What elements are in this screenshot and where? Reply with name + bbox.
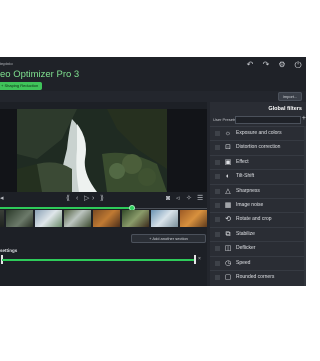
close-icon[interactable]: ⏻ [294,61,302,70]
filter-list: ☼ Exposure and colors ⊡ Distortion correcti… [210,126,306,284]
mode-badge[interactable]: + Shaping Reduction [0,82,43,90]
undo-icon[interactable]: ↶ [246,61,254,69]
filter-label: Distortion correction [236,144,281,151]
title-bar: inpixio eo Optimizer Pro 3 ↶ ↷ ⚙ ⏻ + Sha… [0,57,306,91]
filter-item[interactable]: ⊡ Distortion correction [210,140,306,154]
gear-icon[interactable]: ⚙ [278,61,286,69]
video-frame [17,109,167,192]
thumbnail [35,210,62,227]
filter-item[interactable]: ◫ Deflicker [210,241,306,255]
thumbnail [180,210,207,227]
tilt-shift-icon: ◐ [225,173,231,181]
add-section-button[interactable]: + Add another section [131,234,206,243]
speaker-icon[interactable]: ◃ [176,194,180,204]
user-presets-row: User Presets + [212,115,306,124]
volume-icon[interactable]: ◂ [0,194,4,204]
magic-icon[interactable]: ✧ [186,194,192,204]
section-range-track[interactable] [2,259,196,261]
drag-handle-icon[interactable] [215,159,220,165]
distortion-icon: ⊡ [225,144,231,152]
filter-item[interactable]: ⧉ Stabilize [210,226,306,241]
filter-item[interactable]: ☼ Exposure and colors [210,126,306,140]
panel-scrollbar[interactable] [304,126,306,286]
step-forward-icon[interactable]: › [92,194,94,204]
filters-panel: Global filters User Presets + ☼ Exposure … [210,102,306,286]
rounded-corners-icon: ▢ [224,273,232,281]
stabilize-icon: ⧉ [225,230,231,238]
filter-item[interactable]: ▣ Effect [210,154,306,169]
thumbnail [93,210,120,227]
filter-label: Exposure and colors [236,130,282,136]
filmstrip[interactable] [0,210,207,227]
drag-handle-icon[interactable] [215,274,220,280]
waterfall-image [17,109,167,192]
step-back-icon[interactable]: ‹ [76,194,78,204]
filter-item[interactable]: ⟲ Rotate and crop [210,212,306,226]
range-end-handle[interactable] [194,255,196,264]
thumbnail [151,210,178,227]
filter-label: Image noise [236,201,264,208]
filter-item[interactable]: ◷ Speed [210,255,306,270]
drag-handle-icon[interactable] [215,174,220,180]
drag-handle-icon[interactable] [215,217,220,223]
user-presets-label: User Presets [213,117,237,122]
filter-label: Rotate and crop [236,216,272,223]
redo-icon[interactable]: ↷ [262,61,270,69]
filter-item[interactable]: △ Sharpness [210,183,306,198]
window-controls: ↶ ↷ ⚙ ⏻ [246,61,302,70]
play-icon[interactable]: ▷ [84,194,89,204]
filter-label: Sharpness [236,187,260,194]
drag-handle-icon[interactable] [215,131,220,136]
snapshot-icon[interactable]: ◙ [166,194,170,204]
speed-icon: ◷ [224,259,232,267]
player-controls: ◂ ⟪ ‹ ▷ › ⟫ ◙ ◃ ✧ ☰ [0,194,207,204]
deflicker-icon: ◫ [224,245,232,253]
menu-icon[interactable]: ☰ [197,194,203,204]
filter-item[interactable]: ▦ Image noise [210,197,306,212]
thumbnail [64,210,91,227]
filter-label: Tilt-Shift [236,173,255,180]
drag-handle-icon[interactable] [215,260,220,266]
filter-label: Effect [236,158,249,165]
import-button[interactable]: Import... [278,92,302,101]
noise-icon: ▦ [224,201,232,209]
filter-label: Rounded corners [236,273,275,280]
app-title: eo Optimizer Pro 3 [0,69,80,80]
user-presets-select[interactable] [235,116,301,124]
thumbnail [6,210,33,227]
panel-title: Global filters [268,106,302,112]
next-frame-icon[interactable]: ⟫ [100,194,104,204]
drag-handle-icon[interactable] [215,231,220,237]
drag-handle-icon[interactable] [215,202,220,208]
crop-icon: ⟲ [225,216,231,224]
sun-icon: ☼ [224,130,232,137]
section-settings-label: settings [0,248,18,253]
drag-handle-icon[interactable] [215,188,220,194]
thumbnail [0,210,4,227]
filter-item[interactable]: ◐ Tilt-Shift [210,169,306,183]
effect-icon: ▣ [224,158,232,166]
editor-area: ◂ ⟪ ‹ ▷ › ⟫ ◙ ◃ ✧ ☰ + Add another sectio… [0,102,207,286]
filter-item[interactable]: ▢ Rounded corners [210,269,306,284]
brand-logo: inpixio [0,61,13,66]
add-preset-icon[interactable]: + [302,115,306,122]
app-window: inpixio eo Optimizer Pro 3 ↶ ↷ ⚙ ⏻ + Sha… [0,57,306,286]
sharpness-icon: △ [225,187,231,195]
prev-frame-icon[interactable]: ⟪ [66,194,70,204]
thumbnail [122,210,149,227]
remove-section-icon[interactable]: × [198,256,201,262]
drag-handle-icon[interactable] [215,145,220,151]
filter-label: Speed [236,259,251,266]
filter-label: Stabilize [236,230,255,237]
video-preview [0,109,207,192]
progress-fill [0,207,133,209]
drag-handle-icon[interactable] [215,246,220,252]
filter-label: Deflicker [236,245,256,252]
